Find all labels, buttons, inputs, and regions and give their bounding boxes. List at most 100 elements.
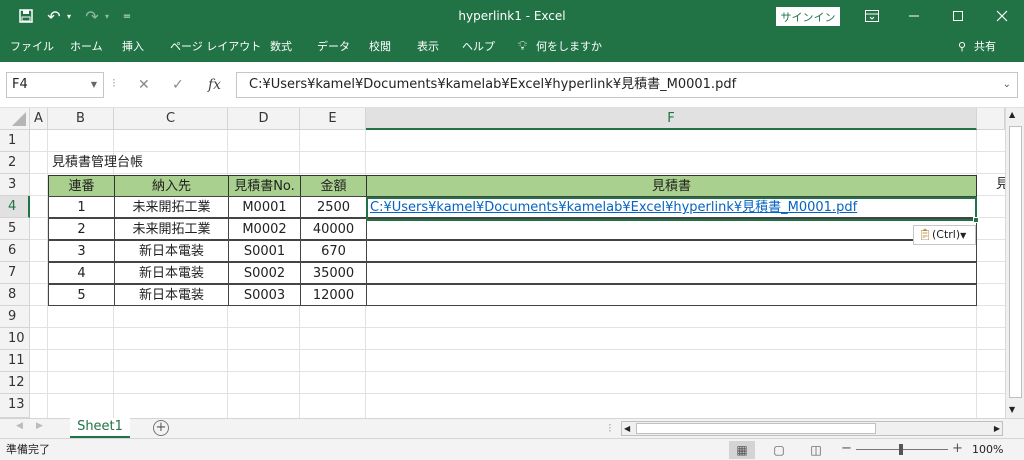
table-cell[interactable] xyxy=(366,262,977,284)
tab-data[interactable]: データ xyxy=(317,32,350,62)
table-cell[interactable] xyxy=(366,284,977,306)
tab-view[interactable]: 表示 xyxy=(417,32,439,62)
tab-home[interactable]: ホーム xyxy=(70,32,103,62)
table-cell[interactable]: 2500 xyxy=(300,196,367,218)
row-header-4[interactable]: 4 xyxy=(0,196,30,218)
column-header-e[interactable]: E xyxy=(300,108,366,130)
table-cell[interactable] xyxy=(366,240,977,262)
normal-view-icon[interactable]: ▦ xyxy=(729,441,755,459)
expand-formula-bar-icon[interactable]: ⌄ xyxy=(1003,73,1011,97)
table-cell[interactable]: 40000 xyxy=(300,218,367,240)
row-header-13[interactable]: 13 xyxy=(0,394,30,418)
table-cell[interactable] xyxy=(366,218,977,240)
column-header-g[interactable] xyxy=(977,108,1005,130)
row-header-7[interactable]: 7 xyxy=(0,262,30,284)
tab-page-layout[interactable]: ページ レイアウト xyxy=(170,32,261,62)
paste-options-button[interactable]: 📋︎(Ctrl)▼ xyxy=(913,225,976,245)
table-header-cell[interactable]: 連番 xyxy=(48,175,115,197)
close-icon[interactable] xyxy=(990,0,1014,32)
row-header-3[interactable]: 3 xyxy=(0,174,30,196)
tab-insert[interactable]: 挿入 xyxy=(122,32,144,62)
gridline xyxy=(30,393,1005,394)
add-sheet-icon[interactable]: + xyxy=(153,420,169,436)
next-sheet-icon[interactable]: ▶ xyxy=(36,421,43,431)
vertical-scrollbar[interactable]: ▲ ▼ xyxy=(1005,108,1024,420)
scroll-up-icon[interactable]: ▲ xyxy=(1009,110,1015,119)
column-header-c[interactable]: C xyxy=(114,108,228,130)
scroll-right-icon[interactable]: ▶ xyxy=(994,422,1000,435)
ribbon-display-options-icon[interactable] xyxy=(860,0,884,32)
maximize-icon[interactable] xyxy=(946,0,970,32)
zoom-slider-thumb[interactable] xyxy=(899,444,903,455)
share-button[interactable]: ⚲ 共有 xyxy=(958,32,996,62)
insert-function-button[interactable]: fx xyxy=(208,72,221,98)
overflow-cell-text[interactable]: 見 xyxy=(996,174,1005,196)
table-cell[interactable]: S0003 xyxy=(228,284,301,306)
sheet-tab-sheet1[interactable]: Sheet1 xyxy=(70,418,130,438)
tab-help[interactable]: ヘルプ xyxy=(462,32,495,62)
row-header-8[interactable]: 8 xyxy=(0,284,30,306)
signin-button[interactable]: サインイン xyxy=(776,7,840,26)
table-header-cell[interactable]: 見積書 xyxy=(366,175,977,197)
table-cell[interactable]: 4 xyxy=(48,262,115,284)
row-header-9[interactable]: 9 xyxy=(0,306,30,328)
column-header-b[interactable]: B xyxy=(48,108,114,130)
row-header-6[interactable]: 6 xyxy=(0,240,30,262)
scroll-left-icon[interactable]: ◀ xyxy=(624,422,630,435)
fill-handle[interactable] xyxy=(973,217,979,223)
table-cell[interactable]: 2 xyxy=(48,218,115,240)
table-header-cell[interactable]: 見積書No. xyxy=(228,175,301,197)
formula-bar-grip-icon[interactable]: ⁝ xyxy=(112,76,116,90)
table-header-cell[interactable]: 納入先 xyxy=(114,175,229,197)
table-cell[interactable]: S0002 xyxy=(228,262,301,284)
table-cell[interactable]: 12000 xyxy=(300,284,367,306)
chevron-down-icon[interactable]: ▼ xyxy=(91,73,97,97)
tell-me-box[interactable]: 💡︎ 何をしますか xyxy=(518,32,602,62)
table-cell[interactable]: 新日本電装 xyxy=(114,262,229,284)
table-cell[interactable]: 新日本電装 xyxy=(114,284,229,306)
sheet-title[interactable]: 見積書管理台帳 xyxy=(52,152,143,174)
table-cell[interactable]: M0002 xyxy=(228,218,301,240)
column-header-f[interactable]: F xyxy=(366,108,977,130)
name-box[interactable]: F4 ▼ xyxy=(6,72,104,98)
page-break-view-icon[interactable]: ◫ xyxy=(803,441,829,459)
tab-split-icon[interactable]: ⁝ xyxy=(608,421,612,435)
column-header-a[interactable]: A xyxy=(30,108,48,130)
row-header-11[interactable]: 11 xyxy=(0,350,30,372)
select-all-button[interactable] xyxy=(0,108,30,130)
horizontal-scrollbar[interactable]: ◀ ▶ xyxy=(621,421,1003,436)
tab-review[interactable]: 校閲 xyxy=(369,32,391,62)
tab-file[interactable]: ファイル xyxy=(10,32,54,62)
vertical-scroll-thumb[interactable] xyxy=(1009,126,1022,398)
enter-icon[interactable]: ✓ xyxy=(172,72,184,98)
formula-input[interactable]: C:¥Users¥kamel¥Documents¥kamelab¥Excel¥h… xyxy=(236,72,1018,98)
table-cell[interactable]: 未来開拓工業 xyxy=(114,196,229,218)
row-header-1[interactable]: 1 xyxy=(0,130,30,152)
horizontal-scroll-thumb[interactable] xyxy=(636,423,876,434)
scroll-down-icon[interactable]: ▼ xyxy=(1009,405,1015,414)
row-header-12[interactable]: 12 xyxy=(0,372,30,394)
row-header-5[interactable]: 5 xyxy=(0,218,30,240)
table-cell[interactable]: 新日本電装 xyxy=(114,240,229,262)
zoom-out-icon[interactable]: − xyxy=(841,441,852,456)
table-cell[interactable]: 未来開拓工業 xyxy=(114,218,229,240)
table-cell[interactable]: S0001 xyxy=(228,240,301,262)
table-cell[interactable]: M0001 xyxy=(228,196,301,218)
table-header-cell[interactable]: 金額 xyxy=(300,175,367,197)
page-layout-view-icon[interactable]: ▢ xyxy=(766,441,792,459)
row-header-2[interactable]: 2 xyxy=(0,152,30,174)
row-header-10[interactable]: 10 xyxy=(0,328,30,350)
tab-formulas[interactable]: 数式 xyxy=(270,32,292,62)
cancel-icon[interactable]: ✕ xyxy=(138,72,150,98)
column-header-d[interactable]: D xyxy=(228,108,300,130)
table-cell[interactable]: 3 xyxy=(48,240,115,262)
table-cell[interactable]: 670 xyxy=(300,240,367,262)
table-cell[interactable]: 1 xyxy=(48,196,115,218)
name-box-value: F4 xyxy=(12,77,28,92)
zoom-in-icon[interactable]: + xyxy=(952,441,963,456)
minimize-icon[interactable] xyxy=(902,0,926,32)
prev-sheet-icon[interactable]: ◀ xyxy=(16,421,23,431)
zoom-level[interactable]: 100% xyxy=(972,439,1003,460)
table-cell[interactable]: 5 xyxy=(48,284,115,306)
table-cell[interactable]: 35000 xyxy=(300,262,367,284)
